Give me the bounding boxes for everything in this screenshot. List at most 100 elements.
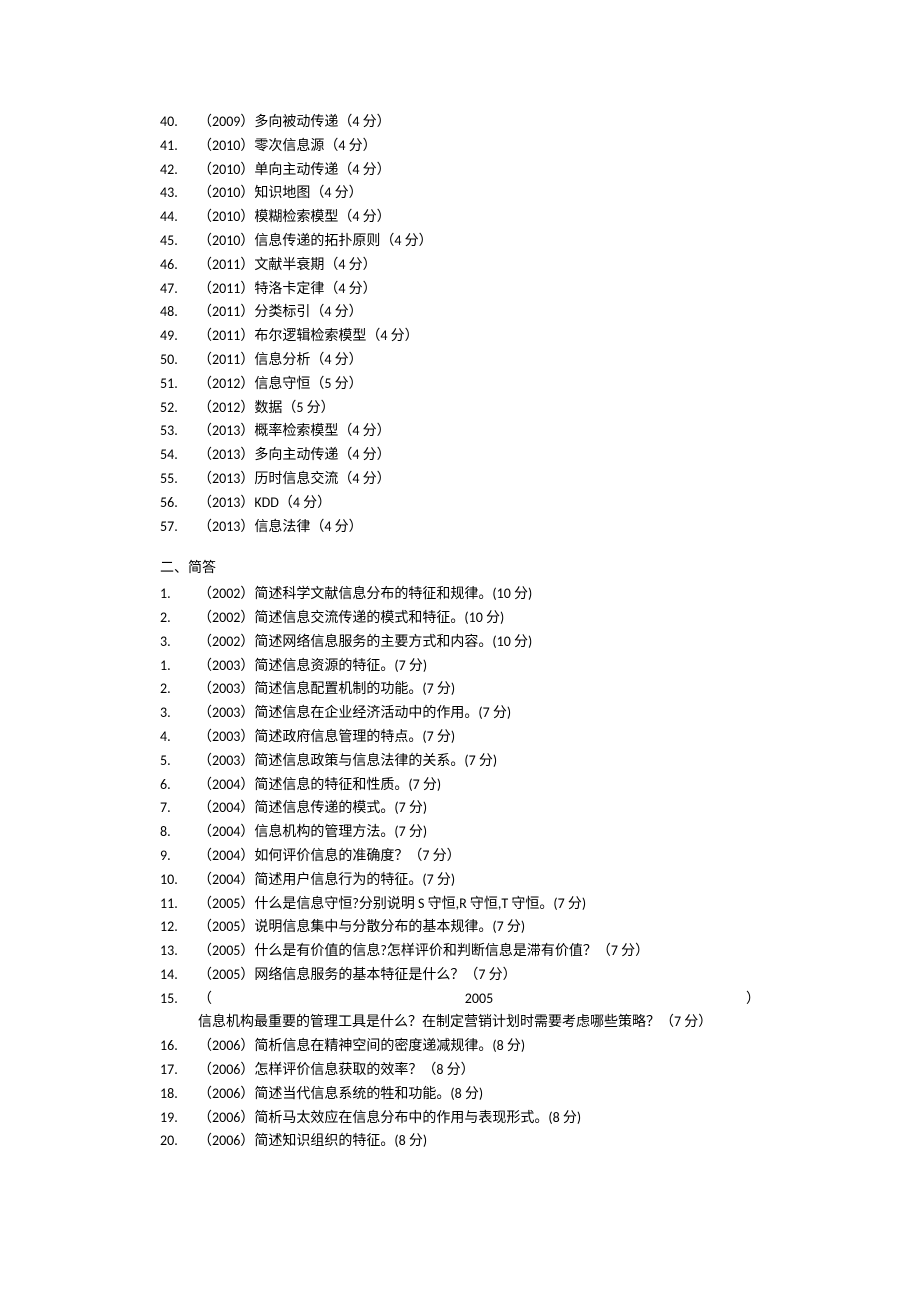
item-text: （2005）什么是有价值的信息?怎样评价和判断信息是滞有价值？（7 分） — [198, 939, 760, 963]
item-text: （2003）简述信息配置机制的功能。(7 分) — [198, 677, 760, 701]
list-item: 54.（2013）多向主动传递（4 分） — [160, 443, 760, 467]
item-number: 52. — [160, 396, 198, 420]
item-number: 44. — [160, 205, 198, 229]
item-text: （2013）信息法律（4 分） — [198, 515, 760, 539]
item-text: （2003）简述政府信息管理的特点。(7 分) — [198, 725, 760, 749]
item-text: （2002）简述科学文献信息分布的特征和规律。(10 分) — [198, 582, 760, 606]
list-item: 57.（2013）信息法律（4 分） — [160, 515, 760, 539]
item-number: 46. — [160, 253, 198, 277]
list-item: 51.（2012）信息守恒（5 分） — [160, 372, 760, 396]
list-item: 13.（2005）什么是有价值的信息?怎样评价和判断信息是滞有价值？（7 分） — [160, 939, 760, 963]
list-item: 14.（2005）网络信息服务的基本特征是什么？（7 分） — [160, 963, 760, 987]
item-number: 9. — [160, 844, 198, 868]
item-text: （2004）简述用户信息行为的特征。(7 分) — [198, 868, 760, 892]
year-text: 2005 — [212, 987, 746, 1011]
list-item: 44.（2010）模糊检索模型（4 分） — [160, 205, 760, 229]
item-number: 7. — [160, 796, 198, 820]
list-item: 45.（2010）信息传递的拓扑原则（4 分） — [160, 229, 760, 253]
list-item: 43.（2010）知识地图（4 分） — [160, 181, 760, 205]
item-number: 8. — [160, 820, 198, 844]
item-number: 57. — [160, 515, 198, 539]
item-number: 16. — [160, 1034, 198, 1058]
item-text: （2011）布尔逻辑检索模型（4 分） — [198, 324, 760, 348]
list-item: 40.（2009）多向被动传递（4 分） — [160, 110, 760, 134]
item-text: （2013）概率检索模型（4 分） — [198, 419, 760, 443]
item-text: （2010）零次信息源（4 分） — [198, 134, 760, 158]
item-text: （2010）信息传递的拓扑原则（4 分） — [198, 229, 760, 253]
item-number: 2. — [160, 677, 198, 701]
list-item: 50.（2011）信息分析（4 分） — [160, 348, 760, 372]
list-item: 46.（2011）文献半衰期（4 分） — [160, 253, 760, 277]
list-item: 48.（2011）分类标引（4 分） — [160, 300, 760, 324]
list-item: 1.（2002）简述科学文献信息分布的特征和规律。(10 分) — [160, 582, 760, 606]
section-2-list-a: 1.（2002）简述科学文献信息分布的特征和规律。(10 分)2.（2002）简… — [160, 582, 760, 987]
list-item: 47.（2011）特洛卡定律（4 分） — [160, 277, 760, 301]
list-item-15: 15. （ 2005 ） 信息机构最重要的管理工具是什么？在制定营销计划时需要考… — [160, 987, 760, 1035]
section-2-list-b: 16.（2006）简析信息在精神空间的密度递减规律。(8 分)17.（2006）… — [160, 1034, 760, 1153]
item-text: （2002）简述信息交流传递的模式和特征。(10 分) — [198, 606, 760, 630]
item-number: 13. — [160, 939, 198, 963]
item-number: 17. — [160, 1058, 198, 1082]
item-text: （2012）数据（5 分） — [198, 396, 760, 420]
item-text: （2005）说明信息集中与分散分布的基本规律。(7 分) — [198, 915, 760, 939]
item-number: 40. — [160, 110, 198, 134]
item-number: 43. — [160, 181, 198, 205]
item-text: （2005）网络信息服务的基本特征是什么？（7 分） — [198, 963, 760, 987]
close-paren: ） — [746, 987, 760, 1011]
list-item: 53.（2013）概率检索模型（4 分） — [160, 419, 760, 443]
list-item: 16.（2006）简析信息在精神空间的密度递减规律。(8 分) — [160, 1034, 760, 1058]
list-item: 52.（2012）数据（5 分） — [160, 396, 760, 420]
item-text: （2013）KDD（4 分） — [198, 491, 760, 515]
item-text: （2010）模糊检索模型（4 分） — [198, 205, 760, 229]
list-item: 2.（2003）简述信息配置机制的功能。(7 分) — [160, 677, 760, 701]
list-item: 3.（2002）简述网络信息服务的主要方式和内容。(10 分) — [160, 630, 760, 654]
item-number: 3. — [160, 630, 198, 654]
list-item: 8.（2004）信息机构的管理方法。(7 分) — [160, 820, 760, 844]
item-text: （2006）怎样评价信息获取的效率？（8 分） — [198, 1058, 760, 1082]
list-item: 6.（2004）简述信息的特征和性质。(7 分) — [160, 773, 760, 797]
item-text: （2003）简述信息在企业经济活动中的作用。(7 分) — [198, 701, 760, 725]
item-text: （2012）信息守恒（5 分） — [198, 372, 760, 396]
item-number: 5. — [160, 749, 198, 773]
item-number: 41. — [160, 134, 198, 158]
item-number: 1. — [160, 654, 198, 678]
section-2-title: 二、简答 — [160, 556, 760, 580]
open-paren: （ — [198, 987, 212, 1011]
item-number: 50. — [160, 348, 198, 372]
item-text: （2011）特洛卡定律（4 分） — [198, 277, 760, 301]
list-item: 19.（2006）简析马太效应在信息分布中的作用与表现形式。(8 分) — [160, 1106, 760, 1130]
item-15-line2: 信息机构最重要的管理工具是什么？在制定营销计划时需要考虑哪些策略？（7 分） — [160, 1010, 760, 1034]
list-item: 20.（2006）简述知识组织的特征。(8 分) — [160, 1129, 760, 1153]
item-number: 48. — [160, 300, 198, 324]
item-number: 14. — [160, 963, 198, 987]
list-item: 10.（2004）简述用户信息行为的特征。(7 分) — [160, 868, 760, 892]
item-number: 19. — [160, 1106, 198, 1130]
list-item: 12.（2005）说明信息集中与分散分布的基本规律。(7 分) — [160, 915, 760, 939]
item-number: 53. — [160, 419, 198, 443]
item-text: （2013）历时信息交流（4 分） — [198, 467, 760, 491]
item-number: 4. — [160, 725, 198, 749]
list-item: 7.（2004）简述信息传递的模式。(7 分) — [160, 796, 760, 820]
item-number: 1. — [160, 582, 198, 606]
list-item: 5.（2003）简述信息政策与信息法律的关系。(7 分) — [160, 749, 760, 773]
item-text: （2006）简析马太效应在信息分布中的作用与表现形式。(8 分) — [198, 1106, 760, 1130]
item-text: （2004）简述信息的特征和性质。(7 分) — [198, 773, 760, 797]
list-item: 55.（2013）历时信息交流（4 分） — [160, 467, 760, 491]
list-item: 49.（2011）布尔逻辑检索模型（4 分） — [160, 324, 760, 348]
item-number: 45. — [160, 229, 198, 253]
item-text: （2009）多向被动传递（4 分） — [198, 110, 760, 134]
item-number: 20. — [160, 1129, 198, 1153]
item-number: 12. — [160, 915, 198, 939]
item-number: 15. — [160, 987, 198, 1011]
item-number: 3. — [160, 701, 198, 725]
list-item: 11.（2005）什么是信息守恒?分别说明 S 守恒,R 守恒,T 守恒。(7 … — [160, 892, 760, 916]
list-item: 9.（2004）如何评价信息的准确度？（7 分） — [160, 844, 760, 868]
item-text: （2003）简述信息资源的特征。(7 分) — [198, 654, 760, 678]
item-text: （2004）如何评价信息的准确度？（7 分） — [198, 844, 760, 868]
item-number: 2. — [160, 606, 198, 630]
list-item: 42.（2010）单向主动传递（4 分） — [160, 158, 760, 182]
item-text: （2006）简析信息在精神空间的密度递减规律。(8 分) — [198, 1034, 760, 1058]
item-text: （2006）简述知识组织的特征。(8 分) — [198, 1129, 760, 1153]
list-item: 1.（2003）简述信息资源的特征。(7 分) — [160, 654, 760, 678]
item-text: （2005）什么是信息守恒?分别说明 S 守恒,R 守恒,T 守恒。(7 分) — [198, 892, 760, 916]
